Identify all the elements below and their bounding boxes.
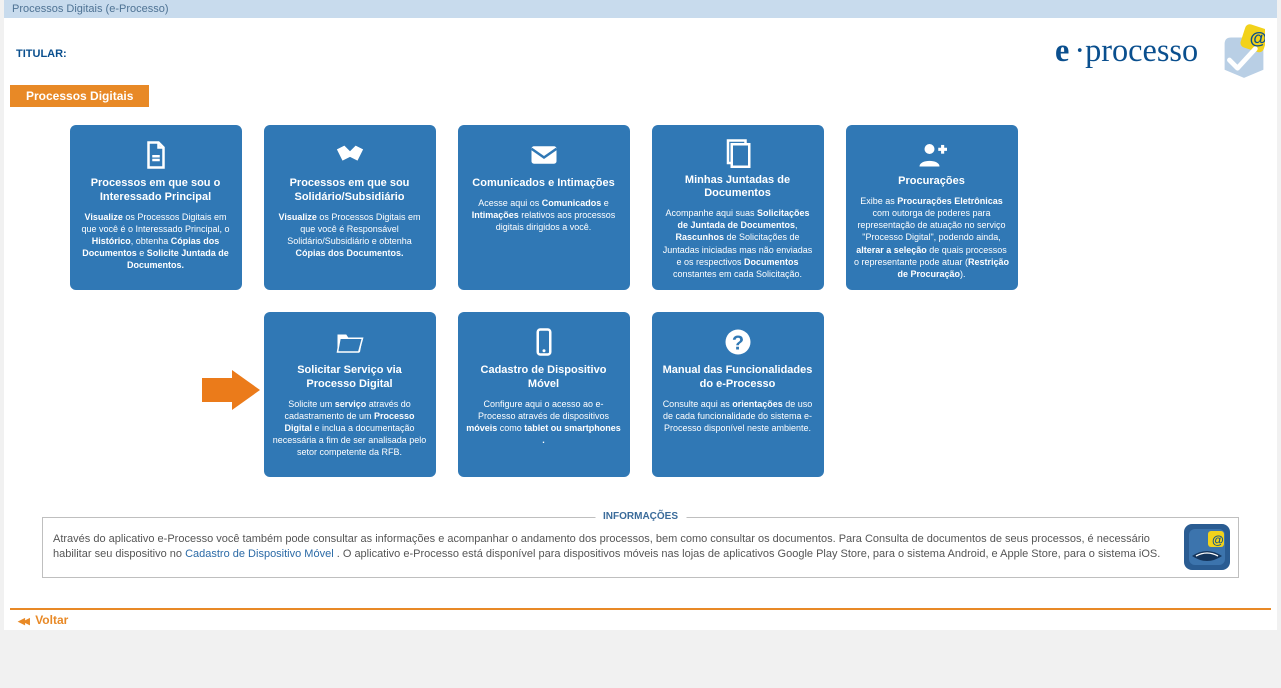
envelope-icon <box>529 137 559 173</box>
card-title: Minhas Juntadas de Documentos <box>660 174 816 202</box>
card-cadastro-dispositivo-movel[interactable]: Cadastro de Dispositivo Móvel Configure … <box>458 312 630 477</box>
card-desc: Visualize os Processos Digitais em que v… <box>78 211 234 272</box>
help-icon: ? <box>723 324 753 360</box>
card-title: Manual das Funcionalidades do e-Processo <box>660 364 816 392</box>
phone-icon <box>529 324 559 360</box>
card-title: Cadastro de Dispositivo Móvel <box>466 364 622 392</box>
svg-text:·processo: ·processo <box>1074 32 1198 68</box>
handshake-icon <box>335 137 365 173</box>
card-procuracoes[interactable]: Procurações Exibe as Procurações Eletrôn… <box>846 125 1018 290</box>
info-text-after: . O aplicativo e-Processo está disponíve… <box>337 548 1161 560</box>
info-box: INFORMAÇÕES Através do aplicativo e-Proc… <box>42 517 1239 578</box>
section-tab-processos-digitais: Processos Digitais <box>10 85 149 107</box>
svg-text:e: e <box>1055 32 1069 68</box>
card-solicitar-servico[interactable]: Solicitar Serviço via Processo Digital S… <box>264 312 436 477</box>
card-title: Comunicados e Intimações <box>472 177 614 191</box>
card-solidario-subsidiario[interactable]: Processos em que sou Solidário/Subsidiár… <box>264 125 436 290</box>
card-desc: Acompanhe aqui suas Solicitações de Junt… <box>660 207 816 280</box>
user-plus-icon <box>917 137 947 171</box>
breadcrumb: Processos Digitais (e-Processo) <box>4 0 1277 18</box>
card-desc: Exibe as Procurações Eletrônicas com out… <box>854 195 1010 280</box>
document-icon <box>141 137 171 173</box>
folder-open-icon <box>335 324 365 360</box>
card-title: Processos em que sou o Interessado Princ… <box>78 177 234 205</box>
card-grid: Processos em que sou o Interessado Princ… <box>22 125 1259 477</box>
card-manual-funcionalidades[interactable]: ? Manual das Funcionalidades do e-Proces… <box>652 312 824 477</box>
card-desc: Solicite um serviço através do cadastram… <box>272 398 428 459</box>
card-title: Solicitar Serviço via Processo Digital <box>272 364 428 392</box>
app-badge-icon: @ <box>1184 524 1230 570</box>
highlight-arrow-icon <box>202 370 260 410</box>
info-legend: INFORMAÇÕES <box>595 510 686 524</box>
svg-text:?: ? <box>731 333 743 355</box>
back-arrow-icon: ◀◀ <box>18 616 28 626</box>
documents-stack-icon <box>723 137 753 170</box>
card-desc: Configure aqui o acesso ao e-Processo at… <box>466 398 622 447</box>
card-desc: Consulte aqui as orientações de uso de c… <box>660 398 816 434</box>
svg-text:@: @ <box>1212 533 1224 547</box>
card-desc: Visualize os Processos Digitais em que v… <box>272 211 428 260</box>
breadcrumb-link[interactable]: Processos Digitais (e-Processo) <box>12 3 169 15</box>
card-interessado-principal[interactable]: Processos em que sou o Interessado Princ… <box>70 125 242 290</box>
titular-label: TITULAR: <box>16 48 67 60</box>
info-link-cadastro-dispositivo[interactable]: Cadastro de Dispositivo Móvel <box>185 548 334 560</box>
back-label: Voltar <box>35 613 68 627</box>
card-desc: Acesse aqui os Comunicados e Intimações … <box>466 197 622 233</box>
card-comunicados-intimacoes[interactable]: Comunicados e Intimações Acesse aqui os … <box>458 125 630 290</box>
svg-text:@: @ <box>1250 28 1265 48</box>
card-title: Procurações <box>898 175 965 189</box>
back-button[interactable]: ◀◀ Voltar <box>10 608 1271 630</box>
card-title: Processos em que sou Solidário/Subsidiár… <box>272 177 428 205</box>
card-minhas-juntadas[interactable]: Minhas Juntadas de Documentos Acompanhe … <box>652 125 824 290</box>
eprocesso-logo: e ·processo @ <box>1055 22 1265 85</box>
